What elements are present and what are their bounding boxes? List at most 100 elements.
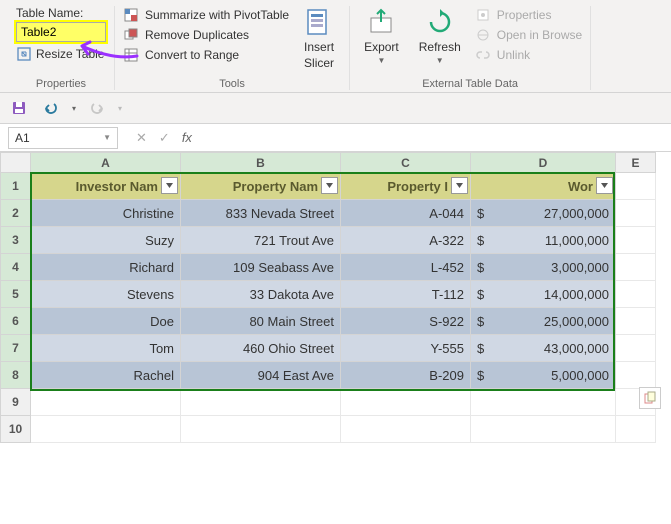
refresh-label: Refresh — [419, 40, 461, 54]
save-button[interactable] — [8, 97, 30, 119]
cell[interactable] — [31, 389, 181, 416]
cell[interactable] — [471, 416, 616, 443]
table-name-label: Table Name: — [16, 6, 106, 20]
formula-input[interactable] — [202, 124, 671, 151]
cell-investor[interactable]: Stevens — [31, 281, 181, 308]
cell-investor[interactable]: Suzy — [31, 227, 181, 254]
group-label-external: External Table Data — [422, 78, 518, 90]
ribbon: Table Name: Resize Table Properties Summ… — [0, 0, 671, 93]
cell-property[interactable]: 33 Dakota Ave — [181, 281, 341, 308]
cell[interactable] — [616, 173, 656, 200]
row-head-1[interactable]: 1 — [1, 173, 31, 200]
cell-pid[interactable]: A-322 — [341, 227, 471, 254]
cell[interactable] — [616, 308, 656, 335]
row-head-3[interactable]: 3 — [1, 227, 31, 254]
table-header-cell[interactable]: Property I — [341, 173, 471, 200]
cell-investor[interactable]: Christine — [31, 200, 181, 227]
export-label: Export — [364, 40, 399, 54]
filter-button[interactable] — [596, 177, 613, 194]
cell-pid[interactable]: S-922 — [341, 308, 471, 335]
unlink-button: Unlink — [475, 46, 582, 64]
cell-pid[interactable]: A-044 — [341, 200, 471, 227]
cell[interactable] — [341, 416, 471, 443]
cell-worth[interactable]: $5,000,000 — [471, 362, 616, 389]
row-head-5[interactable]: 5 — [1, 281, 31, 308]
table-header-cell[interactable]: Investor Nam — [31, 173, 181, 200]
col-head-C[interactable]: C — [341, 153, 471, 173]
cell[interactable] — [616, 254, 656, 281]
row-head-10[interactable]: 10 — [1, 416, 31, 443]
cell-investor[interactable]: Tom — [31, 335, 181, 362]
group-label-properties: Properties — [36, 78, 86, 90]
cell[interactable] — [181, 389, 341, 416]
fx-icon[interactable]: fx — [182, 130, 192, 145]
cell[interactable] — [471, 389, 616, 416]
summarize-pivot-button[interactable]: Summarize with PivotTable — [123, 6, 289, 24]
col-head-A[interactable]: A — [31, 153, 181, 173]
cell[interactable] — [31, 416, 181, 443]
cell-worth[interactable]: $27,000,000 — [471, 200, 616, 227]
cell-property[interactable]: 904 East Ave — [181, 362, 341, 389]
cell[interactable] — [616, 416, 656, 443]
browser-label: Open in Browse — [497, 28, 582, 42]
cell-property[interactable]: 109 Seabass Ave — [181, 254, 341, 281]
resize-table-label: Resize Table — [36, 47, 104, 61]
row-head-7[interactable]: 7 — [1, 335, 31, 362]
cell-pid[interactable]: Y-555 — [341, 335, 471, 362]
cell[interactable] — [341, 389, 471, 416]
col-head-B[interactable]: B — [181, 153, 341, 173]
cell-property[interactable]: 721 Trout Ave — [181, 227, 341, 254]
table-name-input[interactable] — [16, 22, 106, 42]
row-head-6[interactable]: 6 — [1, 308, 31, 335]
unlink-icon — [475, 47, 491, 63]
row-head-2[interactable]: 2 — [1, 200, 31, 227]
cell-worth[interactable]: $25,000,000 — [471, 308, 616, 335]
paste-options-button[interactable] — [639, 387, 661, 409]
chevron-down-icon[interactable]: ▾ — [72, 104, 76, 113]
cell-pid[interactable]: T-112 — [341, 281, 471, 308]
undo-button[interactable] — [40, 97, 62, 119]
cell-property[interactable]: 460 Ohio Street — [181, 335, 341, 362]
cell-pid[interactable]: L-452 — [341, 254, 471, 281]
slicer-icon — [303, 6, 335, 38]
dedup-icon — [123, 27, 139, 43]
filter-button[interactable] — [321, 177, 338, 194]
cell-worth[interactable]: $43,000,000 — [471, 335, 616, 362]
cell-pid[interactable]: B-209 — [341, 362, 471, 389]
select-all-corner[interactable] — [1, 153, 31, 173]
col-head-E[interactable]: E — [616, 153, 656, 173]
name-box[interactable]: A1 ▼ — [8, 127, 118, 149]
col-head-D[interactable]: D — [471, 153, 616, 173]
table-header-cell[interactable]: Property Nam — [181, 173, 341, 200]
cell[interactable] — [616, 362, 656, 389]
cell-property[interactable]: 80 Main Street — [181, 308, 341, 335]
resize-table-button[interactable]: Resize Table — [16, 44, 106, 64]
row-head-9[interactable]: 9 — [1, 389, 31, 416]
cell-worth[interactable]: $11,000,000 — [471, 227, 616, 254]
filter-button[interactable] — [451, 177, 468, 194]
row-head-4[interactable]: 4 — [1, 254, 31, 281]
cell[interactable] — [616, 227, 656, 254]
cell-worth[interactable]: $3,000,000 — [471, 254, 616, 281]
cell[interactable] — [181, 416, 341, 443]
refresh-button[interactable]: Refresh ▼ — [413, 6, 467, 65]
export-icon — [365, 6, 397, 38]
cell[interactable] — [616, 200, 656, 227]
remove-duplicates-button[interactable]: Remove Duplicates — [123, 26, 289, 44]
cell-worth[interactable]: $14,000,000 — [471, 281, 616, 308]
cell[interactable] — [616, 281, 656, 308]
table-header-cell[interactable]: Wor — [471, 173, 616, 200]
row-head-8[interactable]: 8 — [1, 362, 31, 389]
cell-investor[interactable]: Rachel — [31, 362, 181, 389]
cell-investor[interactable]: Doe — [31, 308, 181, 335]
cell[interactable] — [616, 335, 656, 362]
export-button[interactable]: Export ▼ — [358, 6, 405, 65]
filter-button[interactable] — [161, 177, 178, 194]
cell-property[interactable]: 833 Nevada Street — [181, 200, 341, 227]
convert-range-button[interactable]: Convert to Range — [123, 46, 289, 64]
ribbon-group-external: Export ▼ Refresh ▼ Properties Open in Br… — [350, 6, 591, 90]
insert-slicer-button[interactable]: Insert Slicer — [297, 6, 341, 70]
undo-icon — [43, 100, 59, 116]
resize-icon — [16, 46, 32, 62]
cell-investor[interactable]: Richard — [31, 254, 181, 281]
